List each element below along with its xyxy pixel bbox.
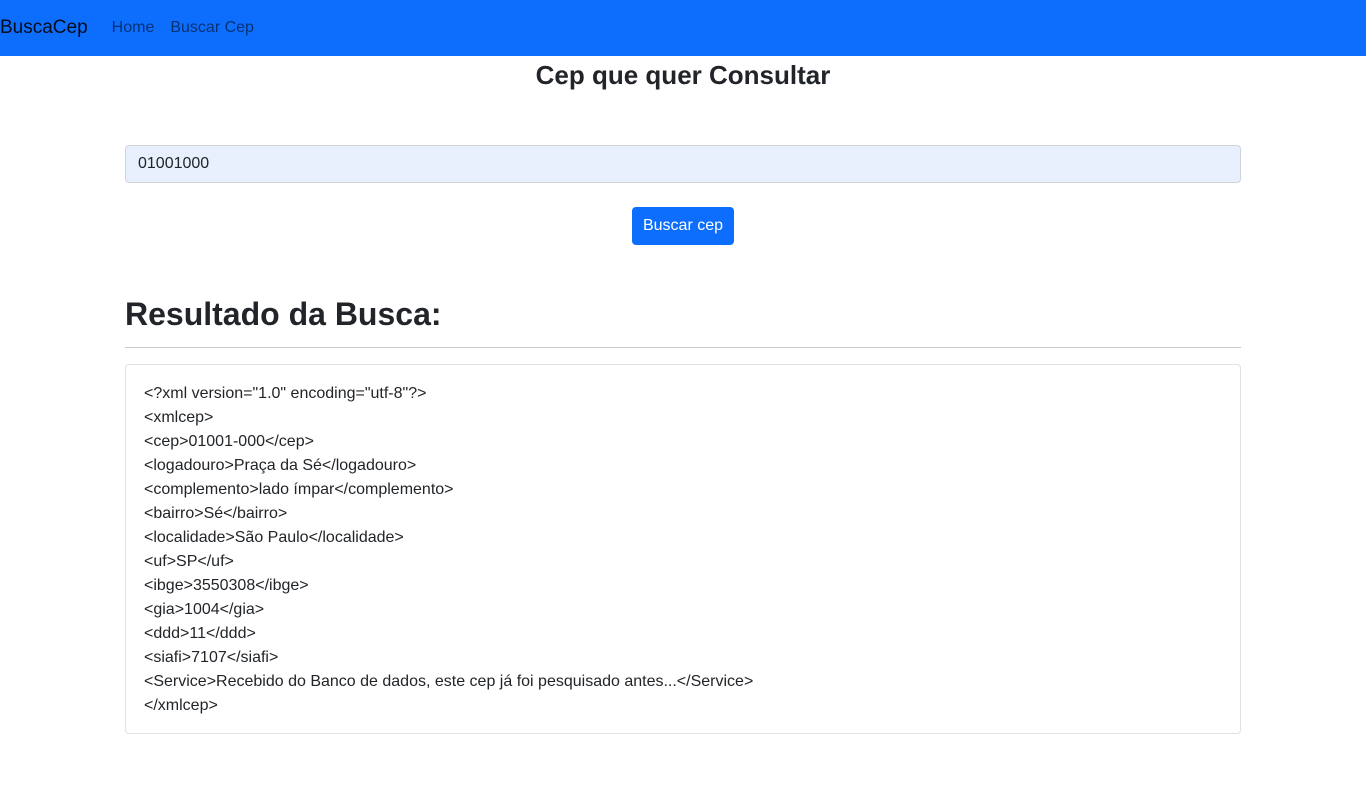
search-cep-button[interactable]: Buscar cep	[632, 207, 734, 245]
xml-line: <xmlcep>	[144, 409, 214, 426]
xml-line: <complemento>lado ímpar</complemento>	[144, 481, 454, 498]
navbar-brand[interactable]: BuscaCep	[0, 17, 88, 39]
result-box: <?xml version="1.0" encoding="utf-8"?> <…	[125, 364, 1241, 734]
xml-line: <logadouro>Praça da Sé</logadouro>	[144, 457, 417, 474]
xml-line: <gia>1004</gia>	[144, 601, 265, 618]
navbar: BuscaCep Home Buscar Cep	[0, 0, 1366, 56]
xml-line: <ddd>11</ddd>	[144, 625, 256, 642]
xml-line: <localidade>São Paulo</localidade>	[144, 529, 404, 546]
result-title: Resultado da Busca:	[125, 296, 442, 332]
xml-line: <bairro>Sé</bairro>	[144, 505, 288, 522]
nav-link-buscar-cep[interactable]: Buscar Cep	[170, 19, 254, 37]
xml-line: <cep>01001-000</cep>	[144, 433, 314, 450]
xml-line: <siafi>7107</siafi>	[144, 649, 279, 666]
nav-link-home[interactable]: Home	[112, 19, 155, 37]
xml-line: <Service>Recebido do Banco de dados, est…	[144, 673, 754, 690]
xml-line: <uf>SP</uf>	[144, 553, 234, 570]
divider	[125, 347, 1241, 348]
xml-line: <ibge>3550308</ibge>	[144, 577, 309, 594]
xml-line: <?xml version="1.0" encoding="utf-8"?>	[144, 385, 427, 402]
cep-input[interactable]	[125, 145, 1241, 183]
page-title: Cep que quer Consultar	[535, 60, 831, 90]
xml-line: </xmlcep>	[144, 697, 218, 714]
